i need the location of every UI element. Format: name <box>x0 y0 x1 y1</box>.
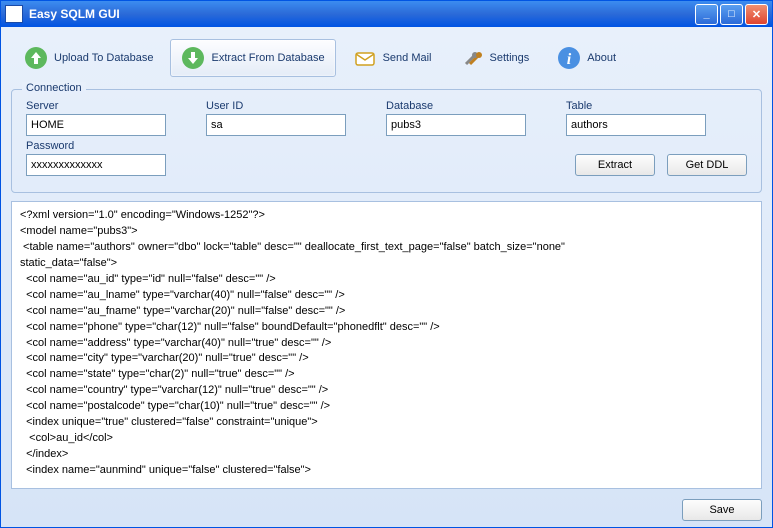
close-button[interactable]: ✕ <box>745 4 768 25</box>
maximize-button[interactable]: □ <box>720 4 743 25</box>
settings-button[interactable]: Settings <box>449 39 541 77</box>
server-input[interactable] <box>26 114 166 136</box>
info-icon: i <box>557 46 581 70</box>
connection-group: Connection Server User ID Database Table <box>11 89 762 193</box>
upload-label: Upload To Database <box>54 52 153 64</box>
svg-text:i: i <box>567 51 572 68</box>
save-button[interactable]: Save <box>682 499 762 521</box>
about-button[interactable]: i About <box>546 39 627 77</box>
mail-icon <box>353 46 377 70</box>
app-window: Easy SQLM GUI _ □ ✕ Upload To Database E… <box>0 0 773 528</box>
app-title: Easy SQLM GUI <box>29 7 695 21</box>
sendmail-label: Send Mail <box>383 52 432 64</box>
upload-icon <box>24 46 48 70</box>
database-input[interactable] <box>386 114 526 136</box>
settings-icon <box>460 46 484 70</box>
window-buttons: _ □ ✕ <box>695 4 768 25</box>
output-textarea[interactable]: <?xml version="1.0" encoding="Windows-12… <box>11 201 762 489</box>
upload-button[interactable]: Upload To Database <box>13 39 164 77</box>
app-icon <box>5 5 23 23</box>
extract-button[interactable]: Extract From Database <box>170 39 335 77</box>
userid-label: User ID <box>206 100 346 112</box>
extract-icon <box>181 46 205 70</box>
title-bar: Easy SQLM GUI _ □ ✕ <box>1 1 772 27</box>
password-input[interactable] <box>26 154 166 176</box>
password-label: Password <box>26 140 166 152</box>
userid-input[interactable] <box>206 114 346 136</box>
sendmail-button[interactable]: Send Mail <box>342 39 443 77</box>
server-label: Server <box>26 100 166 112</box>
settings-label: Settings <box>490 52 530 64</box>
table-input[interactable] <box>566 114 706 136</box>
about-label: About <box>587 52 616 64</box>
extract-label: Extract From Database <box>211 52 324 64</box>
app-body: Upload To Database Extract From Database… <box>1 27 772 527</box>
getddl-button[interactable]: Get DDL <box>667 154 747 176</box>
minimize-button[interactable]: _ <box>695 4 718 25</box>
database-label: Database <box>386 100 526 112</box>
table-label: Table <box>566 100 706 112</box>
toolbar: Upload To Database Extract From Database… <box>11 35 762 81</box>
footer: Save <box>11 497 762 521</box>
extract-action-button[interactable]: Extract <box>575 154 655 176</box>
connection-legend: Connection <box>22 82 86 94</box>
